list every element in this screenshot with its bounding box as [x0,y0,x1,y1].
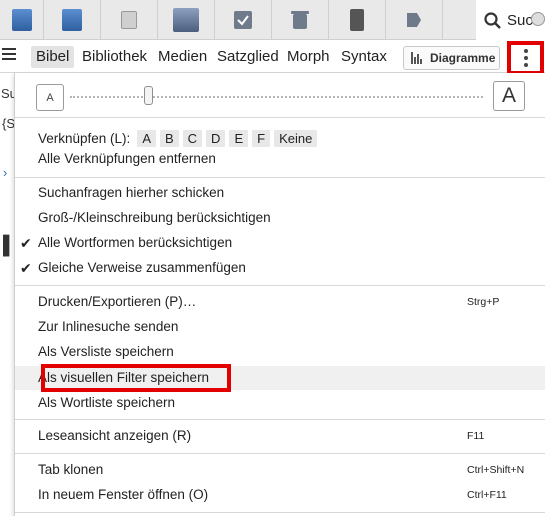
tab-6[interactable] [272,0,329,40]
tab-7[interactable] [329,0,386,40]
link-option-none[interactable]: Keine [274,129,318,147]
separator [15,285,545,286]
checklist-icon [234,11,252,29]
tab-3[interactable] [101,0,158,40]
font-size-slider-row: A A [15,73,545,118]
separator [15,117,545,118]
link-option-f[interactable]: F [252,129,271,147]
hamburger-menu-icon[interactable] [2,48,16,62]
media-tab-icon [121,11,137,29]
clone-tab-item[interactable]: Tab klonen [38,461,103,479]
tab-strip: Suc [0,0,545,41]
tab-2[interactable] [44,0,101,40]
new-window-shortcut: Ctrl+F11 [467,489,507,501]
decrease-font-button[interactable]: A [36,84,64,111]
background-chevron-icon: › [3,165,8,180]
tab-5[interactable] [215,0,272,40]
print-export-item[interactable]: Drucken/Exportieren (P)… [38,293,196,311]
bar-chart-icon [411,52,423,64]
tab-scroll-icon[interactable] [531,12,545,26]
kebab-dot [523,56,528,60]
all-word-forms-item[interactable]: Alle Wortformen berücksichtigen [38,234,232,252]
separator [15,177,545,178]
link-row: Verknüpfen (L): A B C D E F Keine [38,129,318,147]
menu-bibel[interactable]: Bibel [31,46,75,68]
increase-font-button[interactable]: A [493,81,525,111]
open-new-window-item[interactable]: In neuem Fenster öffnen (O) [38,486,208,504]
diagram-button-label: Diagramme [430,51,496,65]
link-option-e[interactable]: E [229,129,249,147]
background-panel [0,73,14,516]
reading-view-shortcut: F11 [467,430,485,442]
clone-tab-shortcut: Ctrl+Shift+N [467,464,525,476]
separator [15,453,545,454]
search-icon [484,12,501,29]
print-shortcut: Strg+P [467,296,500,308]
menu-bibliothek[interactable]: Bibliothek [77,46,152,68]
font-size-track[interactable] [70,96,483,98]
more-options-button[interactable] [507,41,544,75]
link-option-a[interactable]: A [137,129,156,147]
separator [15,512,545,513]
link-option-b[interactable]: B [159,129,179,147]
trash-icon [291,11,309,29]
tab-1[interactable] [0,0,44,40]
kebab-dot [523,49,528,53]
link-label: Verknüpfen (L): [38,130,131,146]
bible-tab-icon [62,9,82,31]
separator [15,419,545,420]
bible-tab-icon [11,9,32,31]
send-queries-here-item[interactable]: Suchanfragen hierher schicken [38,184,224,202]
link-option-c[interactable]: C [182,129,203,147]
send-to-inline-search-item[interactable]: Zur Inlinesuche senden [38,318,178,336]
merge-references-item[interactable]: Gleiche Verweise zusammenfügen [38,259,246,277]
tab-4[interactable] [158,0,215,40]
link-option-d[interactable]: D [206,129,226,147]
label-icon [407,13,421,27]
annotation-highlight-box [41,364,231,392]
tab-search-active[interactable]: Suc [476,0,545,41]
checkmark-icon: ✔ [20,260,32,276]
remove-all-links-item[interactable]: Alle Verknüpfungen entfernen [38,150,216,168]
document-tab-icon [350,9,364,31]
menu-medien[interactable]: Medien [153,46,212,68]
book-cover-icon [173,8,199,32]
save-verse-list-item[interactable]: Als Versliste speichern [38,343,174,361]
font-size-slider-thumb[interactable] [144,86,153,105]
menu-satzglied[interactable]: Satzglied [212,46,284,68]
options-dropdown: A A Verknüpfen (L): A B C D E F Keine Al… [14,73,545,516]
save-word-list-item[interactable]: Als Wortliste speichern [38,394,175,412]
menu-morph[interactable]: Morph [282,46,335,68]
case-sensitive-item[interactable]: Groß-/Kleinschreibung berücksichtigen [38,209,271,227]
reading-view-item[interactable]: Leseansicht anzeigen (R) [38,427,191,445]
checkmark-icon: ✔ [20,235,32,251]
diagram-button[interactable]: Diagramme [403,46,500,70]
tab-label: Suc [507,12,533,29]
tab-8[interactable] [386,0,443,40]
panel-menubar: Bibel Bibliothek Medien Satzglied Morph … [0,40,545,73]
menu-syntax[interactable]: Syntax [336,46,392,68]
kebab-dot [523,63,528,67]
